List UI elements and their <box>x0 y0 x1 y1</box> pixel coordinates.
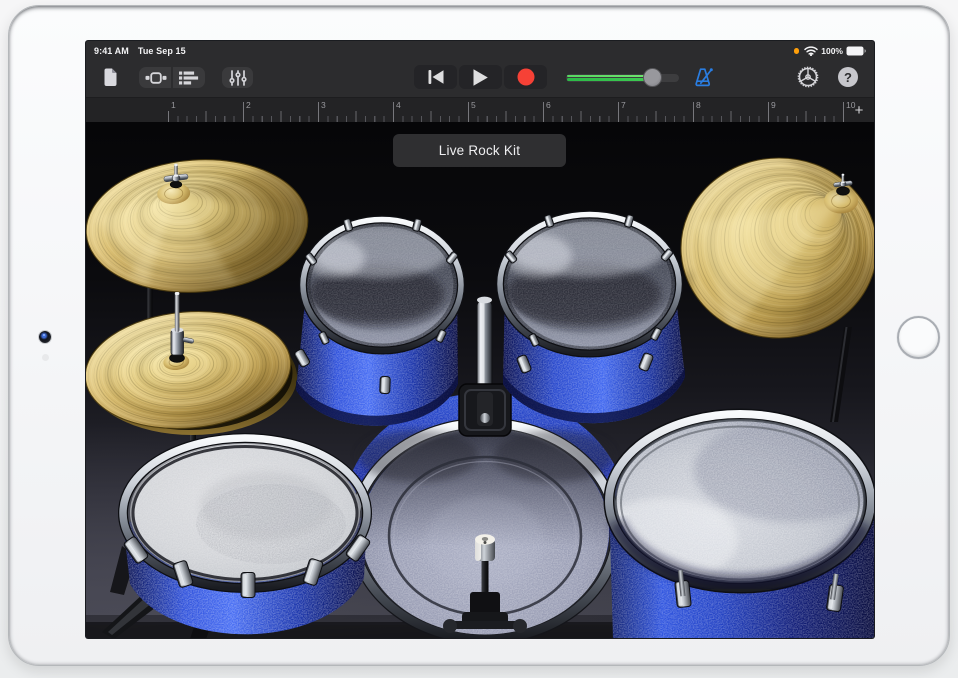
status-date: Tue Sep 15 <box>138 46 186 56</box>
control-bar: ? <box>86 61 874 97</box>
mixer-icon <box>229 70 247 86</box>
home-button[interactable] <box>897 316 940 359</box>
volume-knob[interactable] <box>643 68 662 87</box>
metronome-icon <box>693 67 715 87</box>
volume-slider[interactable] <box>566 74 679 82</box>
ruler-bar-number: 8 <box>696 100 701 110</box>
kit-selector-button[interactable]: Live Rock Kit <box>393 134 566 167</box>
snare-drum[interactable] <box>102 438 371 638</box>
rack-tom-2[interactable] <box>500 214 685 423</box>
front-camera <box>39 331 51 343</box>
rewind-button[interactable] <box>414 65 457 89</box>
volume-fill <box>567 75 649 78</box>
play-button[interactable] <box>459 65 502 89</box>
ruler-bar-number: 4 <box>396 100 401 110</box>
light-sensor <box>42 354 49 361</box>
wifi-icon <box>804 46 818 56</box>
play-icon <box>472 68 489 87</box>
document-icon <box>103 68 118 86</box>
volume-fill-low <box>567 78 649 81</box>
instrument-view-button[interactable] <box>139 67 172 88</box>
battery-percent: 100% <box>821 46 843 56</box>
ruler-bar-number: 1 <box>171 100 176 110</box>
ruler-bar-number: 6 <box>546 100 551 110</box>
ruler-bar-number: 9 <box>771 100 776 110</box>
drums-instrument-area: Live Rock Kit <box>86 122 874 638</box>
tracks-view-icon <box>179 71 199 85</box>
rack-tom-1[interactable] <box>293 218 461 426</box>
metronome-button[interactable] <box>692 66 716 88</box>
help-button[interactable]: ? <box>838 67 858 87</box>
record-button[interactable] <box>504 65 547 89</box>
instrument-view-icon <box>145 71 167 85</box>
record-icon <box>517 68 535 86</box>
ruler-bar-number: 10 <box>846 100 855 110</box>
ipad-frame: 9:41 AM Tue Sep 15 100% <box>8 5 950 666</box>
tracks-view-button[interactable] <box>172 67 205 88</box>
my-songs-button[interactable] <box>97 64 123 90</box>
rewind-icon <box>427 69 445 85</box>
status-time: 9:41 AM <box>94 46 129 56</box>
ruler-bar-number: 5 <box>471 100 476 110</box>
timeline-ruler[interactable]: + 12345678910 <box>86 97 874 122</box>
ruler-bar-number: 7 <box>621 100 626 110</box>
track-controls-button[interactable] <box>222 67 253 88</box>
ruler-bar-number: 3 <box>321 100 326 110</box>
floor-tom[interactable] <box>590 411 874 638</box>
drum-kit-scene <box>86 122 874 638</box>
settings-button[interactable] <box>797 66 819 88</box>
view-toggle <box>139 67 205 88</box>
battery-icon <box>846 46 866 56</box>
garageband-screen: 9:41 AM Tue Sep 15 100% <box>86 41 874 638</box>
status-bar: 9:41 AM Tue Sep 15 100% <box>86 41 874 61</box>
ruler-bar-number: 2 <box>246 100 251 110</box>
settings-gear-icon <box>797 66 819 88</box>
orange-privacy-dot <box>794 48 800 54</box>
